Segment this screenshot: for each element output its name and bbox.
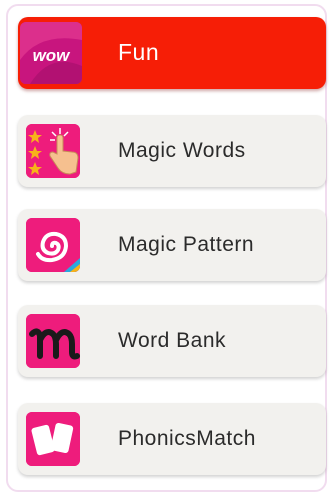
menu-item-label-phonicsmatch: PhonicsMatch bbox=[118, 427, 256, 450]
menu-item-label-magic-words: Magic Words bbox=[118, 139, 246, 162]
letter-m-icon bbox=[26, 314, 80, 368]
magic-tap-icon bbox=[26, 124, 80, 178]
menu-item-phonicsmatch[interactable]: PhonicsMatch bbox=[18, 403, 326, 475]
svg-text:wow: wow bbox=[33, 46, 72, 65]
menu-item-magic-pattern[interactable]: Magic Pattern bbox=[18, 209, 326, 281]
menu-item-fun[interactable]: wow Fun bbox=[18, 17, 326, 89]
menu-item-label-magic-pattern: Magic Pattern bbox=[118, 233, 255, 256]
menu-item-word-bank[interactable]: Word Bank bbox=[18, 305, 326, 377]
menu-item-label-word-bank: Word Bank bbox=[118, 329, 226, 352]
cards-icon bbox=[26, 412, 80, 466]
wow-icon: wow bbox=[20, 22, 82, 84]
menu-item-magic-words[interactable]: Magic Words bbox=[18, 115, 326, 187]
spiral-icon bbox=[26, 218, 80, 272]
menu-item-label-fun: Fun bbox=[118, 39, 160, 65]
